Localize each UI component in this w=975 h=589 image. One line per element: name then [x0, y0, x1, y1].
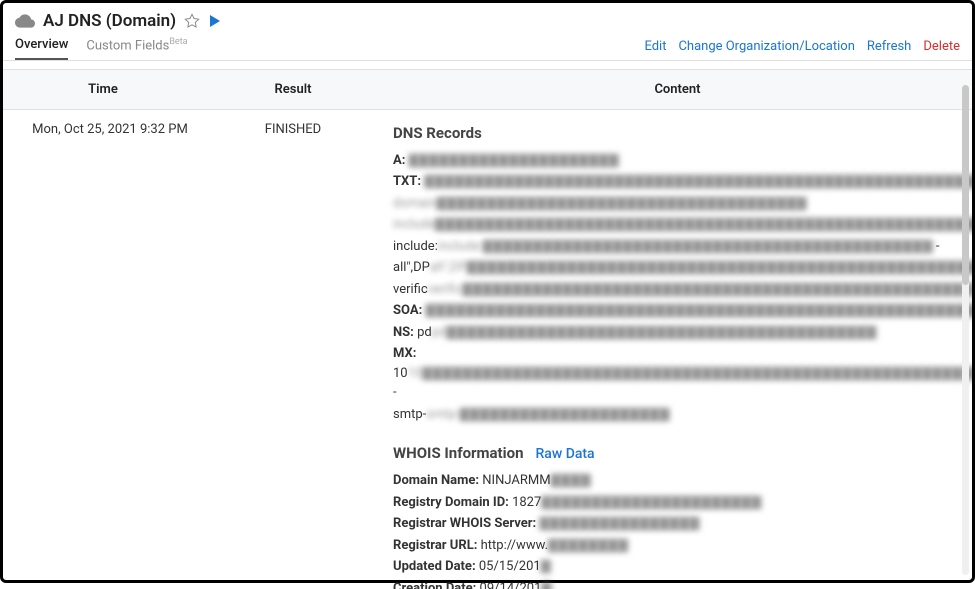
- cell-content: DNS Records A: ▇▇▇▇▇▇▇▇▇▇▇▇▇▇▇▇▇▇▇▇▇ TXT…: [383, 110, 972, 589]
- table-row: Mon, Oct 25, 2021 9:32 PM FINISHED DNS R…: [3, 110, 972, 589]
- th-content: Content: [383, 70, 972, 109]
- edit-link[interactable]: Edit: [644, 39, 666, 54]
- th-result: Result: [203, 70, 383, 109]
- dns-mx-record: MX: 1010▇▇▇▇▇▇▇▇▇▇▇▇▇▇▇▇▇▇▇▇▇▇▇▇▇▇▇▇▇▇▇▇…: [393, 344, 972, 403]
- change-org-link[interactable]: Change Organization/Location: [678, 39, 854, 54]
- header-actions: Edit Change Organization/Location Refres…: [644, 39, 960, 60]
- cell-time: Mon, Oct 25, 2021 9:32 PM: [3, 110, 203, 149]
- refresh-link[interactable]: Refresh: [867, 39, 911, 54]
- page-title: AJ DNS (Domain): [43, 11, 176, 31]
- whois-registry-id: Registry Domain ID: 1827▇▇▇▇▇▇▇▇▇▇▇▇▇▇▇▇…: [393, 493, 972, 513]
- whois-creation: Creation Date: 09/14/201▇: [393, 579, 972, 589]
- star-icon[interactable]: [184, 13, 200, 29]
- dns-a-record: A: ▇▇▇▇▇▇▇▇▇▇▇▇▇▇▇▇▇▇▇▇▇: [393, 151, 972, 171]
- tabs: Overview Custom FieldsBeta: [15, 37, 188, 60]
- whois-server: Registrar WHOIS Server: ▇▇▇▇▇▇▇▇▇▇▇▇▇▇▇▇: [393, 514, 972, 534]
- scrollbar-thumb[interactable]: [962, 85, 969, 285]
- th-time: Time: [3, 70, 203, 109]
- results-table: Time Result Content Mon, Oct 25, 2021 9:…: [3, 69, 972, 589]
- tab-overview[interactable]: Overview: [15, 37, 68, 60]
- whois-domain-name: Domain Name: NINJARMM▇▇▇▇: [393, 471, 972, 491]
- page-header: AJ DNS (Domain) Overview Custom FieldsBe…: [3, 3, 972, 60]
- tab-custom-fields[interactable]: Custom FieldsBeta: [86, 37, 187, 60]
- raw-data-link[interactable]: Raw Data: [535, 444, 594, 465]
- whois-title: WHOIS Information: [393, 442, 523, 465]
- whois-registrar-url: Registrar URL: http://www.▇▇▇▇▇▇▇▇: [393, 536, 972, 556]
- dns-soa-record: SOA: ▇▇▇▇▇▇▇▇▇▇▇▇▇▇▇▇▇▇▇▇▇▇▇▇▇▇▇▇▇▇▇▇▇▇▇…: [393, 301, 972, 321]
- header-divider: [3, 60, 972, 61]
- cell-result: FINISHED: [203, 110, 383, 149]
- dns-txt-record: TXT: ▇▇▇▇▇▇▇▇▇▇▇▇▇▇▇▇▇▇▇▇▇▇▇▇▇▇▇▇▇▇▇▇▇▇▇…: [393, 172, 972, 192]
- table-header: Time Result Content: [3, 69, 972, 110]
- delete-link[interactable]: Delete: [923, 39, 960, 54]
- whois-updated: Updated Date: 05/15/201▇: [393, 557, 972, 577]
- dns-ns-record: NS: pdpd▇▇▇▇▇▇▇▇▇▇▇▇▇▇▇▇▇▇▇▇▇▇▇▇▇▇▇▇▇▇▇▇…: [393, 323, 972, 343]
- play-icon[interactable]: [210, 15, 220, 27]
- dns-records-title: DNS Records: [393, 122, 972, 145]
- cloud-icon: [15, 11, 35, 31]
